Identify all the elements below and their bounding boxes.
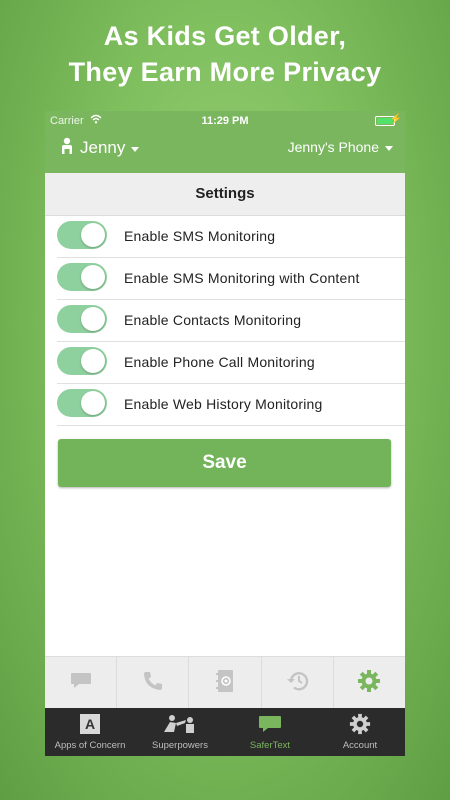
subtab-calls[interactable] [117, 657, 190, 709]
status-bar: Carrier 11:29 PM ⚡ [45, 111, 405, 131]
sms-monitoring-toggle[interactable] [57, 221, 107, 249]
phone-icon [142, 670, 164, 697]
top-nav-bar: Carrier 11:29 PM ⚡ Jenny Jenny's Phone [45, 111, 405, 173]
setting-row-phone-call: Enable Phone Call Monitoring [57, 342, 405, 384]
sms-content-monitoring-toggle[interactable] [57, 263, 107, 291]
chevron-down-icon [385, 145, 393, 151]
setting-row-contacts: Enable Contacts Monitoring [57, 300, 405, 342]
tab-apps-of-concern[interactable]: A Apps of Concern [45, 708, 135, 756]
setting-label: Enable SMS Monitoring with Content [124, 270, 360, 286]
headline-line-2: They Earn More Privacy [68, 57, 382, 87]
setting-label: Enable Contacts Monitoring [124, 312, 302, 328]
status-time: 11:29 PM [201, 115, 249, 127]
superpowers-icon [135, 713, 225, 735]
subtab-messages[interactable] [45, 657, 118, 709]
feature-subtab-bar [45, 656, 405, 709]
tab-label: Account [342, 740, 378, 751]
charging-icon: ⚡ [389, 114, 402, 125]
subtab-history[interactable] [262, 657, 334, 709]
subtab-contacts[interactable] [189, 657, 262, 709]
tab-label: Apps of Concern [54, 740, 126, 751]
setting-label: Enable SMS Monitoring [124, 228, 276, 244]
setting-label: Enable Web History Monitoring [124, 396, 323, 412]
web-history-monitoring-toggle[interactable] [57, 389, 107, 417]
setting-row-sms-content: Enable SMS Monitoring with Content [57, 258, 405, 300]
settings-list: Enable SMS Monitoring Enable SMS Monitor… [45, 216, 405, 426]
apps-icon: A [45, 713, 135, 735]
bottom-tab-bar: A Apps of Concern Superpowers SaferText … [45, 708, 405, 756]
tab-superpowers[interactable]: Superpowers [135, 708, 225, 756]
person-icon [60, 137, 74, 160]
contacts-monitoring-toggle[interactable] [57, 305, 107, 333]
page-title: Settings [45, 173, 405, 216]
apps-icon-letter: A [80, 714, 100, 734]
save-button[interactable]: Save [58, 439, 391, 487]
tab-account[interactable]: Account [315, 708, 405, 756]
phone-screen: Carrier 11:29 PM ⚡ Jenny Jenny's Phone S… [45, 111, 405, 756]
contacts-icon [215, 669, 235, 698]
headline: As Kids Get Older, They Earn More Privac… [0, 18, 450, 90]
chevron-down-icon [131, 146, 140, 152]
tab-label: Superpowers [152, 740, 208, 751]
device-name: Jenny's Phone [287, 139, 379, 155]
gear-icon [357, 669, 381, 698]
history-icon [285, 670, 309, 697]
child-selector[interactable]: Jenny [60, 137, 140, 160]
setting-row-web-history: Enable Web History Monitoring [57, 384, 405, 426]
subtab-settings[interactable] [334, 657, 405, 709]
setting-label: Enable Phone Call Monitoring [124, 354, 315, 370]
device-selector[interactable]: Jenny's Phone [288, 139, 393, 155]
headline-line-1: As Kids Get Older, [103, 21, 347, 51]
setting-row-sms: Enable SMS Monitoring [57, 216, 405, 258]
gear-icon [315, 713, 405, 735]
tab-label: SaferText [249, 740, 291, 751]
phone-call-monitoring-toggle[interactable] [57, 347, 107, 375]
chat-icon [225, 713, 315, 735]
message-icon [70, 671, 92, 696]
child-name: Jenny [80, 138, 126, 157]
tab-safertext[interactable]: SaferText [225, 708, 315, 756]
